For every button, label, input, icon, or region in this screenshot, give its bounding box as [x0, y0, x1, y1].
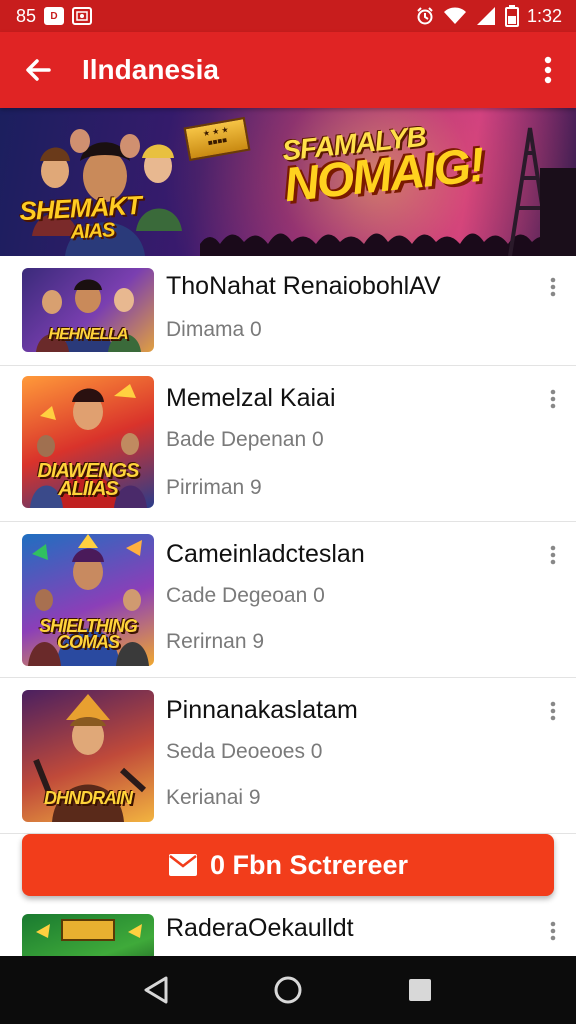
- more-vertical-icon: [550, 701, 556, 721]
- nav-home-button[interactable]: [258, 960, 318, 1020]
- list-item[interactable]: DHNDRAIN Pinnanakaslatam Seda Deoeoes 0 …: [0, 678, 576, 834]
- list-item-subtitle-secondary: Rerirnan 9: [166, 630, 265, 653]
- overflow-menu-button[interactable]: [520, 32, 576, 108]
- cta-button[interactable]: 0 Fbn Sctrereer: [22, 834, 554, 896]
- status-time: 1:32: [526, 5, 562, 26]
- list-item-thumbnail: DIAWENGS ALIIAS: [22, 376, 154, 508]
- cta-button-label: 0 Fbn Sctrereer: [209, 849, 409, 880]
- list-item[interactable]: SHIELTHING COMAS Cameinladcteslan Cade D…: [0, 522, 576, 678]
- list-item-subtitle: Bade Depenan 0: [166, 428, 324, 451]
- back-button[interactable]: [0, 32, 76, 108]
- list-item-subtitle: Dimama 0: [166, 318, 262, 341]
- list-item-title: Pinnanakaslatam: [166, 696, 358, 724]
- hero-logo-line-2: AIAS: [70, 219, 115, 244]
- alarm-icon: [417, 7, 433, 25]
- more-vertical-icon: [544, 56, 552, 84]
- notification-photo-icon: [72, 7, 93, 25]
- recents-square-icon: [409, 979, 431, 1001]
- status-left: 85 D: [16, 5, 93, 27]
- list-item-thumbnail: DHNDRAIN: [22, 690, 154, 822]
- stage-tower-illustration: [508, 127, 576, 256]
- hero-logo: SHEMAKT AIAS: [18, 189, 143, 247]
- list-item-more-button[interactable]: [538, 384, 568, 414]
- more-vertical-icon: [550, 277, 556, 297]
- list-item-thumbnail-label: DHNDRAIN: [44, 788, 133, 808]
- list-item-thumbnail: [22, 914, 154, 956]
- list-item-subtitle: Cade Degeoan 0: [166, 584, 325, 607]
- system-nav-bar: [0, 956, 576, 1024]
- nav-back-button[interactable]: [126, 960, 186, 1020]
- more-vertical-icon: [550, 921, 556, 941]
- list-item[interactable]: DIAWENGS ALIIAS Memelzal Kaiai Bade Depe…: [0, 366, 576, 522]
- list-item-more-button[interactable]: [538, 696, 568, 726]
- page-title: Ilndanesia: [82, 54, 219, 85]
- arrow-left-icon: [26, 59, 51, 81]
- home-circle-icon: [274, 976, 302, 1004]
- list-item-subtitle-secondary: Pirriman 9: [166, 476, 262, 499]
- list-item[interactable]: RaderaOekaulldt: [0, 902, 576, 956]
- battery-icon: [504, 5, 519, 27]
- wifi-icon: [443, 7, 466, 24]
- more-vertical-icon: [550, 545, 556, 565]
- list-item-title: Memelzal Kaiai: [166, 384, 336, 412]
- nav-recents-button[interactable]: [390, 960, 450, 1020]
- list-item-subtitle-secondary: Kerianai 9: [166, 786, 261, 809]
- list-item-title: ThoNahat RenaiobohlAV: [166, 272, 441, 300]
- list-item-more-button[interactable]: [538, 916, 568, 946]
- list-item-thumbnail-label: DIAWENGS ALIIAS: [37, 460, 140, 500]
- status-left-text: 85: [16, 5, 37, 26]
- back-triangle-icon: [144, 976, 168, 1004]
- status-right: 1:32: [415, 5, 562, 27]
- list-item-thumbnail-label: SHIELTHING COMAS: [39, 616, 138, 652]
- list-item-subtitle: Seda Deoeoes 0: [166, 740, 323, 763]
- status-bar: 85 D 1:32: [0, 0, 576, 32]
- hero-logo-line-1: SHEMAKT: [18, 189, 142, 227]
- app-bar: Ilndanesia: [0, 32, 576, 108]
- more-vertical-icon: [550, 389, 556, 409]
- list-item-title: RaderaOekaulldt: [166, 914, 354, 942]
- list-item[interactable]: HEHNELLA ThoNahat RenaiobohlAV Dimama 0: [0, 256, 576, 366]
- mail-icon: [168, 854, 197, 876]
- list-item-thumbnail: SHIELTHING COMAS: [22, 534, 154, 666]
- list-item-thumbnail-label: HEHNELLA: [48, 326, 128, 343]
- list-item-more-button[interactable]: [538, 272, 568, 302]
- signal-icon: [476, 7, 495, 25]
- list-item-thumbnail: HEHNELLA: [22, 268, 154, 352]
- list-item-title: Cameinladcteslan: [166, 540, 365, 568]
- notification-d-icon: D: [44, 7, 65, 25]
- thumbnail-badge-icon: [36, 919, 142, 941]
- list-item-more-button[interactable]: [538, 540, 568, 570]
